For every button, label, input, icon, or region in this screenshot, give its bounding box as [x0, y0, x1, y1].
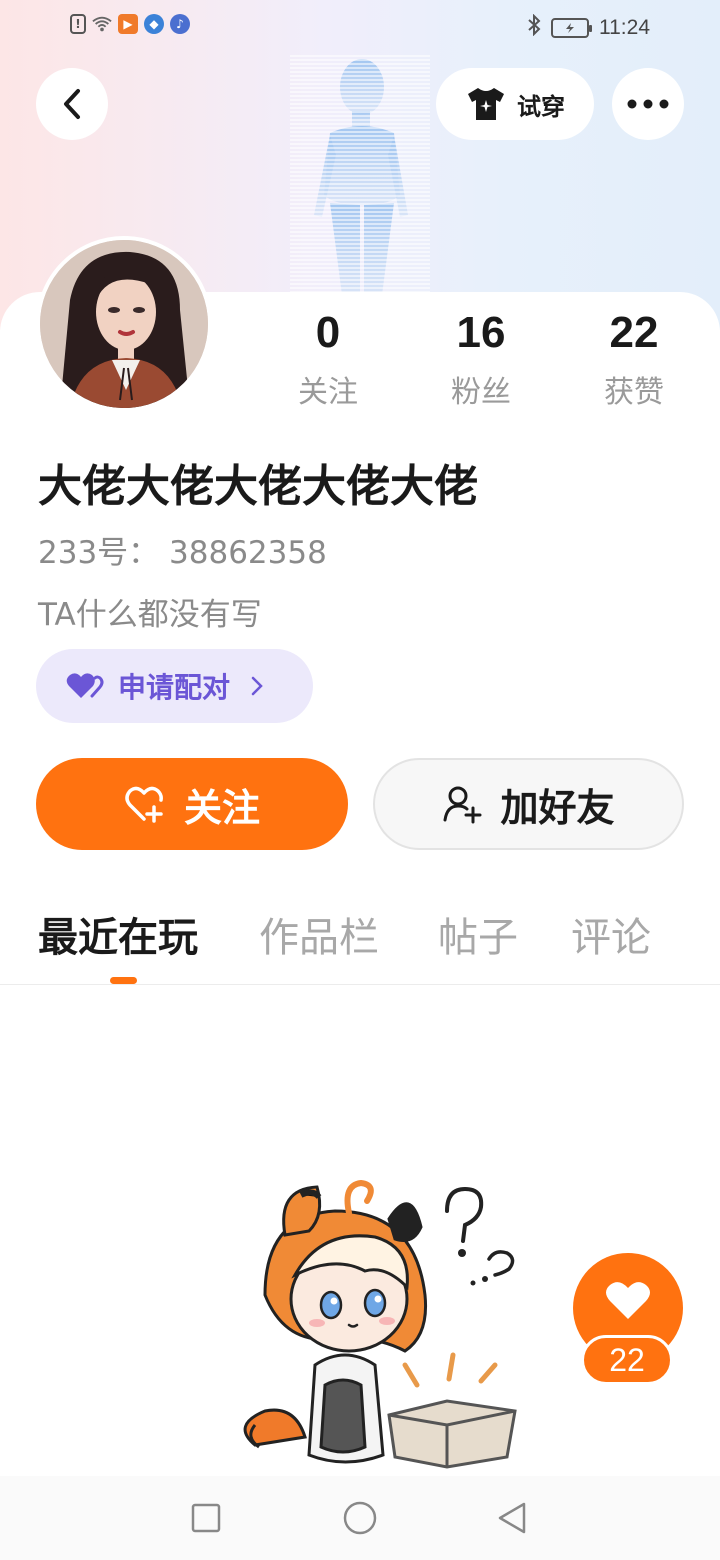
circle-icon — [343, 1501, 377, 1535]
add-friend-label: 加好友 — [500, 785, 615, 830]
tab-comments[interactable]: 评论 — [571, 905, 651, 963]
avatar-portrait-image — [40, 240, 208, 408]
triangle-back-icon — [498, 1502, 526, 1534]
battery-charging-icon — [551, 18, 592, 38]
user-bio: TA什么都没有写 — [38, 597, 262, 633]
avatar-hologram-figure — [290, 55, 430, 295]
follow-button[interactable]: 关注 — [36, 758, 348, 850]
system-navigation-bar — [0, 1476, 720, 1560]
add-user-icon — [443, 786, 482, 824]
follow-label: 关注 — [183, 785, 260, 830]
stat-fans-count: 16 — [456, 308, 506, 357]
like-count-badge: 22 — [581, 1335, 673, 1385]
stat-following-count: 0 — [315, 308, 341, 357]
video-app-icon: ▶ — [118, 14, 138, 34]
stat-fans-label: 粉丝 — [451, 375, 511, 410]
status-time: 11:24 — [599, 16, 650, 39]
sim-alert-icon: ! — [70, 14, 86, 34]
username: 大佬大佬大佬大佬大佬 — [38, 461, 478, 512]
request-pairing-label: 申请配对 — [118, 671, 231, 704]
back-button[interactable] — [36, 68, 108, 140]
profile-tabs: 最近在玩 作品栏 帖子 评论 — [0, 905, 720, 985]
stat-likes[interactable]: 22 获赞 — [569, 305, 699, 411]
tab-posts[interactable]: 帖子 — [438, 905, 518, 963]
recent-apps-button[interactable] — [186, 1498, 226, 1538]
stat-following[interactable]: 0 关注 — [263, 305, 393, 411]
back-nav-button[interactable] — [492, 1498, 532, 1538]
chevron-left-icon — [64, 89, 80, 119]
tab-works[interactable]: 作品栏 — [259, 905, 379, 963]
request-pairing-button[interactable]: 申请配对 — [36, 649, 313, 723]
tab-recently-played[interactable]: 最近在玩 — [38, 905, 198, 963]
status-bar: ! ▶ ◆ ♪ 11:24 — [0, 0, 720, 54]
try-on-button[interactable]: 试穿 — [436, 68, 594, 140]
add-friend-button[interactable]: 加好友 — [373, 758, 684, 850]
double-heart-icon — [66, 673, 104, 698]
chevron-right-icon — [251, 676, 263, 696]
browser-app-icon: ◆ — [144, 14, 164, 34]
square-icon — [191, 1503, 221, 1533]
empty-state-mascot-illustration — [243, 1179, 517, 1469]
stat-fans[interactable]: 16 粉丝 — [416, 305, 546, 411]
heart-icon — [606, 1282, 650, 1319]
avatar[interactable] — [36, 236, 212, 412]
stat-following-label: 关注 — [298, 375, 358, 410]
home-button[interactable] — [340, 1498, 380, 1538]
user-id: 233号： 38862358 — [38, 535, 327, 571]
wifi-icon — [92, 14, 112, 34]
active-tab-indicator — [110, 977, 137, 984]
more-button[interactable] — [612, 68, 684, 140]
music-app-icon: ♪ — [170, 14, 190, 34]
stat-likes-label: 获赞 — [604, 375, 664, 410]
try-on-label: 试穿 — [517, 92, 565, 121]
stat-likes-count: 22 — [609, 308, 659, 357]
bluetooth-icon — [527, 13, 541, 42]
heart-plus-icon — [125, 786, 163, 823]
tshirt-icon — [468, 88, 504, 120]
more-dots-icon — [627, 99, 669, 109]
